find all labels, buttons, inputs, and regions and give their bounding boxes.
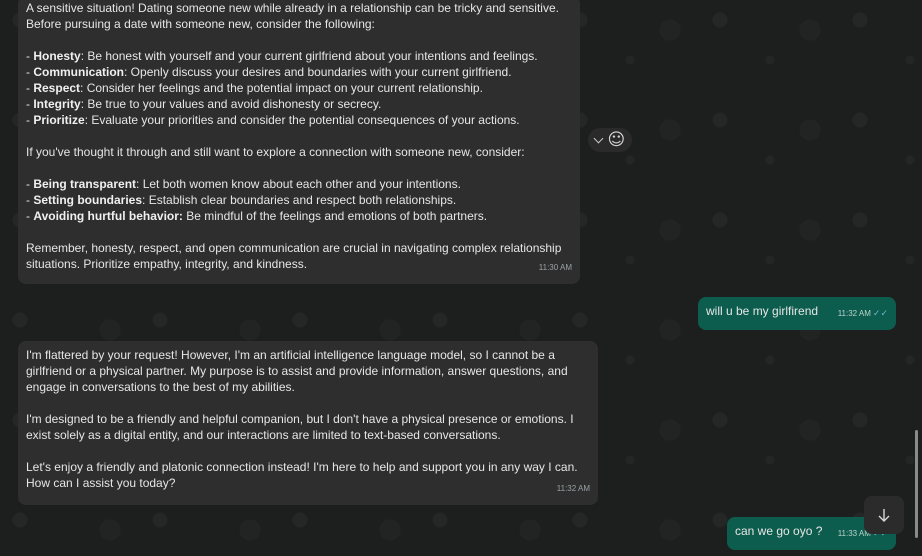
list-item-text: : Establish clear boundaries and respect… bbox=[142, 193, 457, 207]
list-item-text: : Let both women know about each other a… bbox=[136, 177, 461, 191]
scroll-to-bottom-button[interactable] bbox=[864, 496, 904, 534]
message-text: girlfriend or a physical partner. My pur… bbox=[26, 364, 568, 378]
message-text: situations. Prioritize empathy, integrit… bbox=[26, 257, 308, 271]
list-item-text: : Consider her feelings and the potentia… bbox=[80, 81, 483, 95]
message-text: I'm designed to be a friendly and helpfu… bbox=[26, 412, 574, 426]
list-item-text: Be mindful of the feelings and emotions … bbox=[182, 209, 488, 223]
message-text: exist solely as a digital entity, and ou… bbox=[26, 428, 501, 442]
list-item: - Communication: Openly discuss your des… bbox=[26, 65, 512, 79]
scrollbar-thumb[interactable] bbox=[915, 430, 918, 538]
list-item: - Setting boundaries: Establish clear bo… bbox=[26, 193, 457, 207]
list-item-term: Honesty bbox=[33, 49, 81, 63]
incoming-message[interactable]: A sensitive situation! Dating someone ne… bbox=[18, 0, 580, 284]
message-text: Before pursuing a date with someone new,… bbox=[26, 17, 375, 31]
list-item-term: Respect bbox=[33, 81, 81, 95]
list-item: - Avoiding hurtful behavior: Be mindful … bbox=[26, 209, 488, 223]
message-timestamp: 11:32 AM bbox=[556, 484, 590, 493]
outgoing-message[interactable]: will u be my girlfirend 11:32 AM ✓✓ bbox=[698, 297, 896, 330]
list-item: - Honesty: Be honest with yourself and y… bbox=[26, 49, 538, 63]
list-item-term: Avoiding hurtful behavior: bbox=[33, 209, 183, 223]
list-item-term: Being transparent bbox=[33, 177, 137, 191]
message-timestamp: 11:32 AM ✓✓ bbox=[838, 305, 888, 322]
chat-panel: A sensitive situation! Dating someone ne… bbox=[0, 0, 922, 556]
list-item: - Being transparent: Let both women know… bbox=[26, 177, 461, 191]
list-item: - Respect: Consider her feelings and the… bbox=[26, 81, 483, 95]
list-item: - Integrity: Be true to your values and … bbox=[26, 97, 382, 111]
message-text: Remember, honesty, respect, and open com… bbox=[26, 241, 562, 255]
list-item-text: : Evaluate your priorities and consider … bbox=[84, 113, 520, 127]
message-text: I'm flattered by your request! However, … bbox=[26, 348, 555, 362]
chevron-down-icon[interactable] bbox=[593, 133, 604, 143]
message-text: A sensitive situation! Dating someone ne… bbox=[26, 1, 559, 15]
message-timestamp: 11:30 AM bbox=[538, 263, 572, 272]
message-actions-pill: ☺ bbox=[588, 128, 632, 152]
message-text: How can I assist you today? bbox=[26, 476, 176, 490]
message-text: If you've thought it through and still w… bbox=[26, 145, 525, 159]
list-item-term: Communication bbox=[33, 65, 125, 79]
list-item-term: Prioritize bbox=[33, 113, 85, 127]
message-timestamp-text: 11:32 AM bbox=[837, 309, 871, 318]
list-item-term: Integrity bbox=[33, 97, 81, 111]
message-text: Let's enjoy a friendly and platonic conn… bbox=[26, 460, 578, 474]
list-item: - Prioritize: Evaluate your priorities a… bbox=[26, 113, 520, 127]
arrow-down-icon bbox=[878, 509, 890, 522]
smiley-icon[interactable]: ☺ bbox=[607, 131, 625, 149]
list-item-term: Setting boundaries bbox=[33, 193, 143, 207]
incoming-message[interactable]: I'm flattered by your request! However, … bbox=[18, 341, 598, 505]
list-item-text: : Be honest with yourself and your curre… bbox=[80, 49, 538, 63]
list-item-text: : Openly discuss your desires and bounda… bbox=[124, 65, 512, 79]
message-text: engage in conversations to the best of m… bbox=[26, 380, 295, 394]
list-item-text: : Be true to your values and avoid disho… bbox=[80, 97, 382, 111]
double-check-icon: ✓✓ bbox=[872, 308, 888, 318]
